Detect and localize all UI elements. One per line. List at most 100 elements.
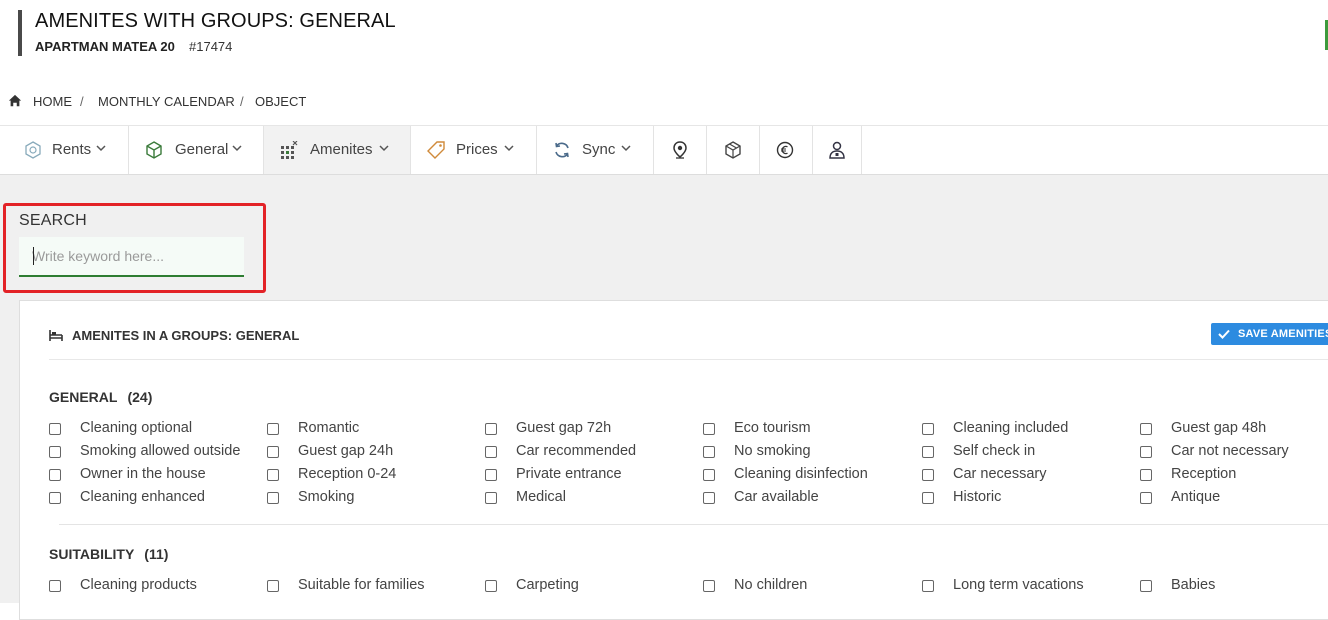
text-cursor [33, 247, 34, 265]
amenity-checkbox[interactable] [703, 580, 715, 592]
amenity-label: Car available [734, 489, 819, 505]
amenities-panel: AMENITES IN A GROUPS: GENERAL SAVE AMENI… [19, 300, 1328, 620]
amenity-label: Eco tourism [734, 420, 811, 436]
chevron-down-icon [504, 145, 514, 152]
amenity-checkbox[interactable] [1140, 423, 1152, 435]
tab-currency[interactable] [760, 126, 813, 174]
amenity-label: Reception [1171, 466, 1237, 482]
amenity-checkbox[interactable] [703, 423, 715, 435]
amenity-label: Suitable for families [298, 577, 425, 593]
amenity-label: Cleaning products [80, 577, 197, 593]
package-icon [725, 141, 741, 159]
tab-amenites[interactable]: Amenites [264, 126, 411, 174]
amenity-checkbox[interactable] [267, 469, 279, 481]
amenity-checkbox[interactable] [922, 580, 934, 592]
amenity-label: Smoking allowed outside [80, 443, 241, 459]
save-amenities-label: SAVE AMENITIES [1238, 328, 1328, 340]
amenity-checkbox[interactable] [485, 423, 497, 435]
divider [49, 359, 1328, 360]
tab-package[interactable] [707, 126, 760, 174]
amenity-label: Smoking [298, 489, 355, 505]
amenity-label: No smoking [734, 443, 811, 459]
amenity-checkbox[interactable] [267, 580, 279, 592]
breadcrumb: HOME / MONTHLY CALENDAR / OBJECT [0, 80, 1328, 126]
search-input[interactable] [19, 237, 244, 277]
page-header: AMENITES WITH GROUPS: GENERAL APARTMAN M… [0, 0, 1328, 81]
amenity-checkbox[interactable] [49, 580, 61, 592]
amenity-label: Private entrance [516, 466, 622, 482]
amenity-checkbox[interactable] [1140, 580, 1152, 592]
content-area: SEARCH AMENITES IN A GROUPS: GENERAL SAV… [0, 175, 1328, 620]
chevron-down-icon [621, 145, 631, 152]
group-count: (24) [127, 389, 153, 405]
amenity-checkbox[interactable] [49, 446, 61, 458]
amenity-label: Cleaning included [953, 420, 1069, 436]
tab-rents[interactable]: Rents [0, 126, 129, 174]
tab-general[interactable]: General [129, 126, 264, 174]
tab-label: Amenites [310, 141, 373, 158]
chevron-down-icon [96, 145, 106, 152]
amenity-label: Babies [1171, 577, 1216, 593]
amenity-checkbox[interactable] [1140, 446, 1152, 458]
amenity-checkbox[interactable] [49, 469, 61, 481]
tab-owner[interactable] [813, 126, 862, 174]
amenity-checkbox[interactable] [1140, 469, 1152, 481]
amenity-label: Antique [1171, 489, 1221, 505]
map-pin-icon [673, 141, 687, 159]
breadcrumb-home[interactable]: HOME [33, 94, 72, 109]
bed-icon [49, 330, 63, 341]
amenity-label: Reception 0-24 [298, 466, 397, 482]
tab-label: Sync [582, 141, 616, 158]
group-title: GENERAL (24) [49, 389, 152, 405]
tab-bar: Rents General Amenites Prices Sync [0, 126, 1328, 175]
amenity-checkbox[interactable] [49, 423, 61, 435]
amenity-checkbox[interactable] [485, 580, 497, 592]
amenity-label: Self check in [953, 443, 1036, 459]
amenity-checkbox[interactable] [703, 469, 715, 481]
amenity-checkbox[interactable] [1140, 492, 1152, 504]
home-icon[interactable] [8, 94, 22, 108]
amenity-checkbox[interactable] [267, 423, 279, 435]
group-count: (11) [144, 546, 169, 562]
sync-icon [555, 142, 569, 158]
tab-sync[interactable]: Sync [537, 126, 654, 174]
amenity-checkbox[interactable] [703, 492, 715, 504]
header-accent-bar [18, 10, 22, 56]
tab-label: Prices [456, 141, 498, 158]
breadcrumb-separator: / [240, 94, 244, 109]
object-name: APARTMAN MATEA 20 [35, 39, 175, 54]
amenity-label: Guest gap 24h [298, 443, 394, 459]
breadcrumb-monthly-calendar[interactable]: MONTHLY CALENDAR [98, 94, 235, 109]
amenity-checkbox[interactable] [485, 446, 497, 458]
group-divider [59, 524, 1328, 525]
amenity-label: Cleaning optional [80, 420, 193, 436]
amenity-checkbox[interactable] [485, 469, 497, 481]
amenity-label: Historic [953, 489, 1002, 505]
breadcrumb-object[interactable]: OBJECT [255, 94, 306, 109]
cube-icon [146, 141, 162, 159]
tab-label: Rents [52, 141, 92, 158]
check-icon [1218, 329, 1230, 339]
amenity-checkbox[interactable] [922, 492, 934, 504]
amenity-label: No children [734, 577, 808, 593]
tab-prices[interactable]: Prices [411, 126, 537, 174]
group-name: SUITABILITY [49, 546, 135, 562]
tab-label: General [175, 141, 229, 158]
page-title: AMENITES WITH GROUPS: GENERAL [35, 10, 396, 32]
amenity-label: Medical [516, 489, 566, 505]
amenity-checkbox[interactable] [267, 446, 279, 458]
amenity-checkbox[interactable] [703, 446, 715, 458]
amenity-label: Car recommended [516, 443, 637, 459]
save-amenities-button[interactable]: SAVE AMENITIES [1211, 323, 1328, 345]
amenity-checkbox[interactable] [922, 423, 934, 435]
amenity-label: Cleaning disinfection [734, 466, 868, 482]
amenity-checkbox[interactable] [922, 469, 934, 481]
amenity-label: Cleaning enhanced [80, 489, 205, 505]
amenity-label: Owner in the house [80, 466, 206, 482]
chevron-down-icon [379, 145, 389, 152]
amenity-checkbox[interactable] [485, 492, 497, 504]
tab-location[interactable] [654, 126, 707, 174]
amenity-checkbox[interactable] [49, 492, 61, 504]
amenity-checkbox[interactable] [267, 492, 279, 504]
amenity-checkbox[interactable] [922, 446, 934, 458]
